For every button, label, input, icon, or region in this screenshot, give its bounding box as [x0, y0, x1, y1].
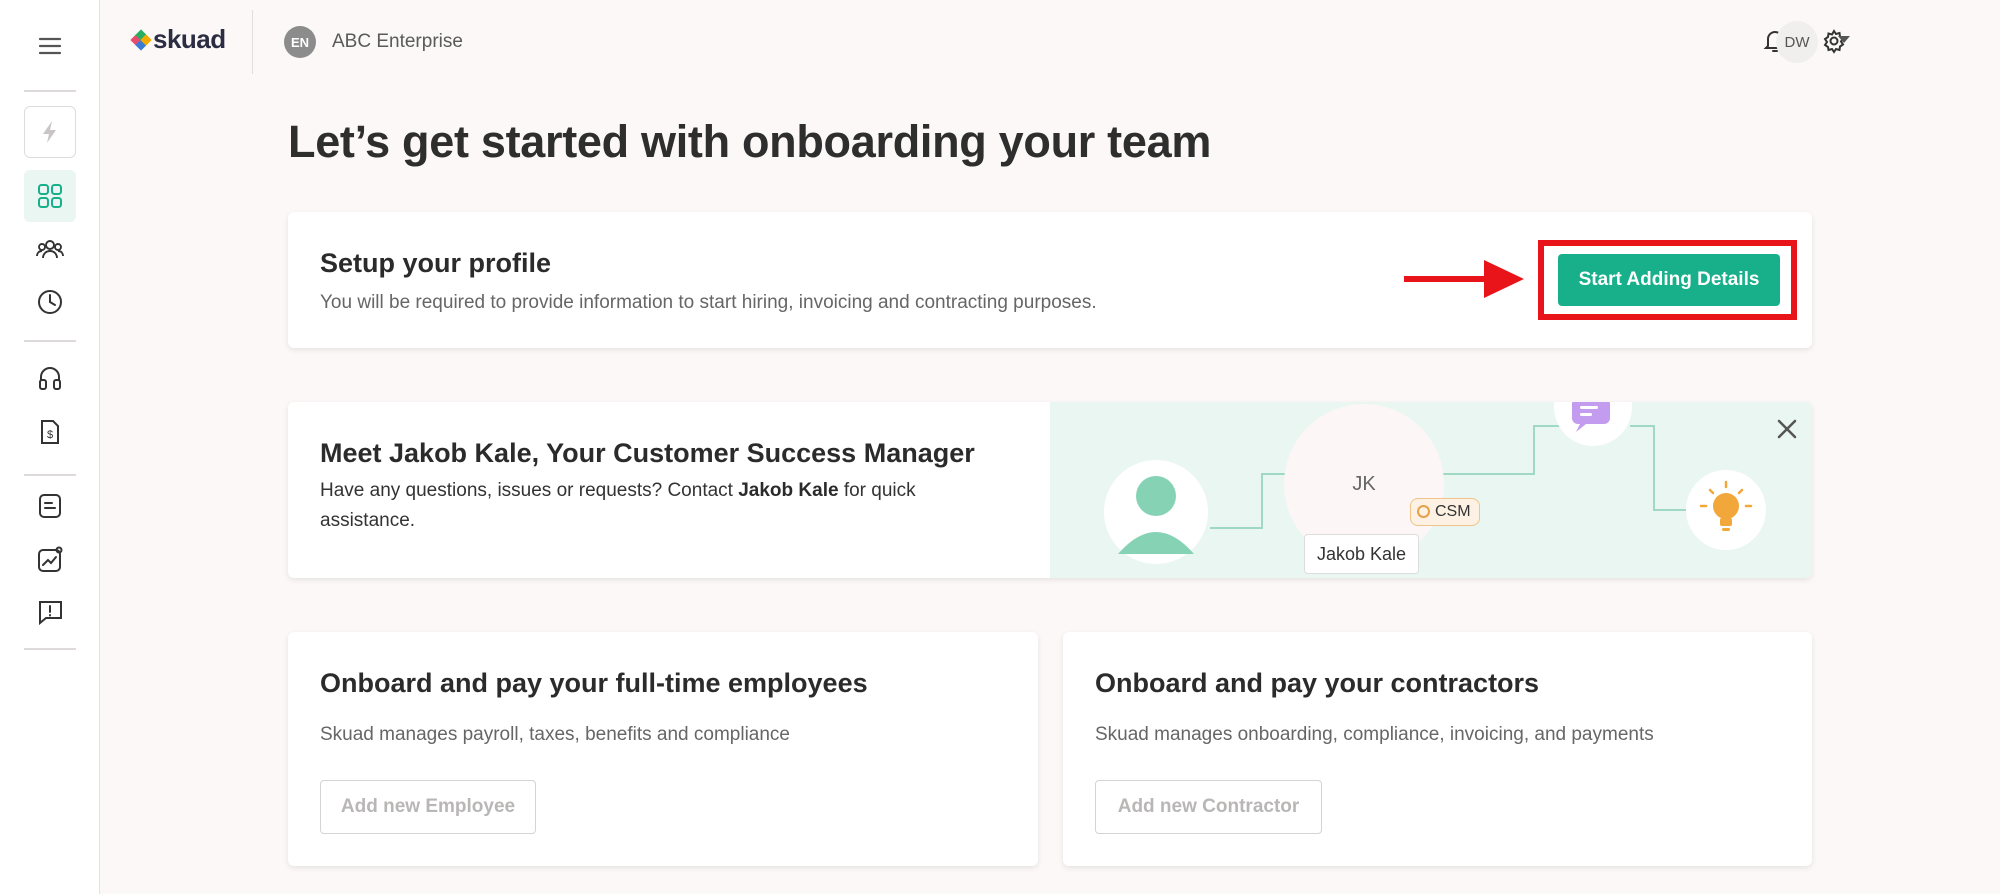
csm-badge-label: CSM	[1435, 503, 1471, 520]
quick-actions-icon[interactable]	[24, 106, 76, 158]
employees-card-title: Onboard and pay your full-time employees	[320, 668, 868, 698]
chevron-down-icon[interactable]	[1838, 36, 1850, 43]
csm-name-tag: Jakob Kale	[1304, 534, 1420, 574]
sidebar-divider	[24, 340, 76, 342]
svg-text:$: $	[47, 429, 53, 441]
employees-card: Onboard and pay your full-time employees…	[288, 632, 1038, 866]
page-title: Let’s get started with onboarding your t…	[288, 116, 1212, 167]
chat-icon	[1572, 402, 1610, 432]
lightbulb-icon	[1699, 480, 1753, 531]
payments-icon[interactable]: $	[24, 406, 76, 458]
header-divider	[252, 10, 253, 74]
menu-icon[interactable]	[24, 20, 76, 72]
contractors-card: Onboard and pay your contractors Skuad m…	[1063, 632, 1812, 866]
contractors-card-title: Onboard and pay your contractors	[1095, 668, 1540, 698]
logo-mark-icon	[130, 28, 152, 51]
sidebar-divider	[24, 90, 76, 92]
sidebar: $	[0, 0, 100, 894]
people-icon[interactable]	[24, 224, 76, 276]
close-icon[interactable]	[1772, 414, 1802, 444]
start-adding-details-button[interactable]: Start Adding Details	[1558, 254, 1780, 306]
csm-illustration: JK CSM Jakob Kale	[1050, 402, 1812, 578]
add-new-employee-button[interactable]: Add new Employee	[320, 780, 536, 834]
time-icon[interactable]	[24, 276, 76, 328]
csm-title: Meet Jakob Kale, Your Customer Success M…	[320, 438, 975, 468]
skuad-logo[interactable]: skuad	[130, 24, 226, 55]
user-silhouette	[1104, 460, 1208, 564]
feedback-icon[interactable]	[24, 586, 76, 638]
chat-bubble	[1554, 402, 1632, 446]
organization-switcher[interactable]: EN ABC Enterprise	[284, 26, 463, 58]
add-new-contractor-button[interactable]: Add new Contractor	[1095, 780, 1322, 834]
red-arrow-icon	[1404, 260, 1524, 298]
csm-description: Have any questions, issues or requests? …	[320, 476, 980, 536]
idea-bubble	[1686, 470, 1766, 550]
top-header: skuad EN ABC Enterprise	[100, 0, 2000, 84]
dashboard-icon[interactable]	[24, 170, 76, 222]
org-badge: EN	[284, 26, 316, 58]
user-icon	[1118, 476, 1194, 554]
csm-text: Have any questions, issues or requests? …	[320, 480, 739, 501]
documents-icon[interactable]	[24, 480, 76, 532]
user-avatar[interactable]: DW	[1776, 21, 1818, 63]
csm-name-bold: Jakob Kale	[738, 480, 839, 501]
csm-badge: CSM	[1410, 498, 1480, 526]
support-icon[interactable]	[24, 354, 76, 406]
contractors-card-subtitle: Skuad manages onboarding, compliance, in…	[1095, 724, 1654, 745]
setup-profile-title: Setup your profile	[320, 248, 552, 278]
sidebar-divider	[24, 648, 76, 650]
org-name: ABC Enterprise	[332, 31, 463, 52]
badge-icon	[1417, 505, 1430, 518]
sidebar-divider	[24, 474, 76, 476]
reports-icon[interactable]	[24, 534, 76, 586]
setup-profile-subtitle: You will be required to provide informat…	[320, 292, 1097, 313]
logo-text: skuad	[153, 24, 226, 54]
employees-card-subtitle: Skuad manages payroll, taxes, benefits a…	[320, 724, 790, 745]
